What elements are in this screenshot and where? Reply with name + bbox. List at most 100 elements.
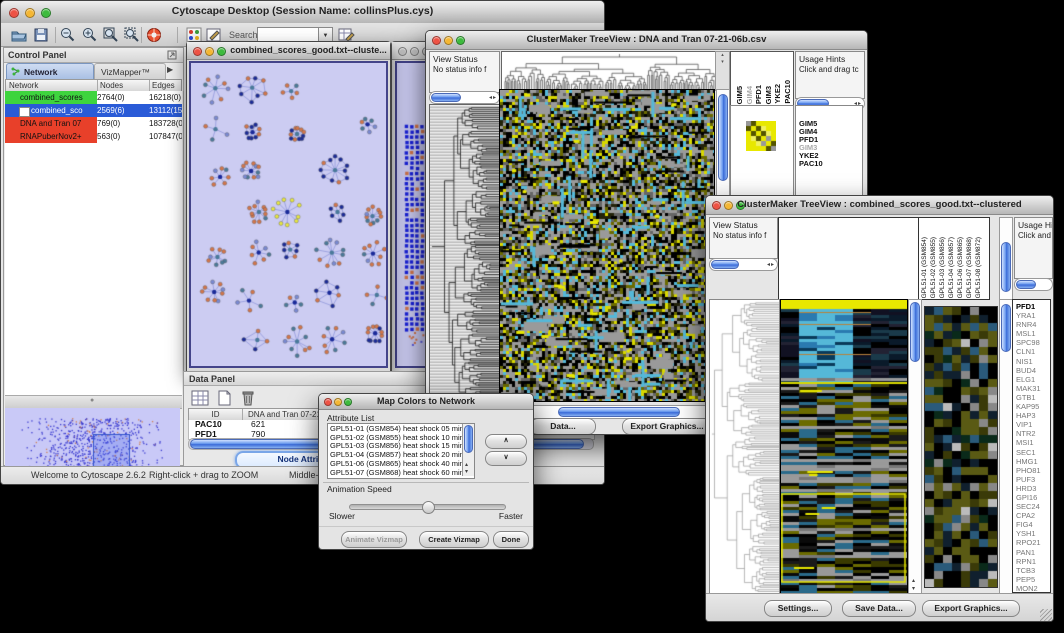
treeview2-button-1[interactable]: Save Data...	[842, 600, 916, 617]
gene-label[interactable]: VIP1	[1016, 420, 1050, 429]
scrollbar-thumb[interactable]	[558, 407, 680, 417]
help-lifering-icon[interactable]	[145, 26, 163, 44]
zoom-selected-icon[interactable]	[123, 26, 141, 44]
view-status-scrollbar[interactable]: ◂▸	[709, 258, 778, 271]
move-up-button[interactable]: ∧	[485, 434, 527, 449]
minimize-icon[interactable]	[205, 47, 214, 56]
column-dendrogram[interactable]	[501, 51, 721, 90]
gene-label[interactable]: SEC24	[1016, 502, 1050, 511]
scrollbar-thumb[interactable]	[1016, 280, 1036, 289]
open-folder-icon[interactable]	[10, 26, 28, 44]
move-down-button[interactable]: ∨	[485, 451, 527, 466]
dialog-titlebar[interactable]: Map Colors to Network	[319, 394, 533, 410]
detail-heatmap[interactable]	[746, 121, 776, 151]
zoom-heatmap[interactable]	[924, 306, 998, 588]
gene-label[interactable]: MSL1	[1016, 329, 1050, 338]
gene-label[interactable]: MSI1	[1016, 438, 1050, 447]
network-table-row[interactable]: combined_sco2569(6)13112(15)	[5, 104, 182, 117]
gene-label[interactable]: MAK31	[1016, 384, 1050, 393]
gene-label[interactable]: GTB1	[1016, 393, 1050, 402]
treeview2-button-0[interactable]: Settings...	[764, 600, 832, 617]
gene-label[interactable]: BUD4	[1016, 366, 1050, 375]
gene-label[interactable]: FIG4	[1016, 520, 1050, 529]
gene-label[interactable]: NTR2	[1016, 429, 1050, 438]
tab-network[interactable]: Network	[6, 63, 94, 80]
gene-label[interactable]: HAP3	[1016, 411, 1050, 420]
gene-label[interactable]: PHO81	[1016, 466, 1050, 475]
scrollbar-thumb[interactable]	[1001, 304, 1011, 352]
animation-speed-slider[interactable]	[349, 504, 506, 510]
trash-icon[interactable]	[238, 389, 258, 407]
gene-label[interactable]: PFD1	[1016, 302, 1050, 311]
gene-label[interactable]: GPI16	[1016, 493, 1050, 502]
scrollbar-thumb[interactable]	[910, 302, 920, 362]
col-network[interactable]: Network	[6, 80, 98, 91]
save-icon[interactable]	[32, 26, 50, 44]
scroll-arrows-icon[interactable]: ◂▸	[489, 94, 497, 101]
tab-overflow-icon[interactable]: ▶	[167, 65, 173, 74]
table-icon[interactable]	[190, 389, 210, 407]
main-titlebar[interactable]: Cytoscape Desktop (Session Name: collins…	[1, 1, 604, 24]
col-edges[interactable]: Edges	[149, 80, 184, 91]
minimize-icon[interactable]	[410, 47, 419, 56]
gene-label[interactable]: TCB3	[1016, 566, 1050, 575]
gene-label[interactable]: PEP5	[1016, 575, 1050, 584]
tab-vizmapper[interactable]: VizMapper™	[94, 63, 166, 80]
page-icon[interactable]	[214, 389, 234, 407]
resize-grip[interactable]	[1040, 609, 1052, 621]
treeview2-button-2[interactable]: Export Graphics...	[922, 600, 1020, 617]
column-vscrollbar[interactable]	[999, 217, 1013, 301]
view-status-scrollbar[interactable]: ◂▸	[429, 91, 500, 104]
attribute-list-scrollbar[interactable]: ▴ ▾	[462, 424, 474, 476]
gene-label[interactable]: PAC10	[796, 160, 862, 168]
navigator-splitter[interactable]: ●	[5, 395, 182, 409]
gene-label[interactable]: YSH1	[1016, 529, 1050, 538]
attribute-item[interactable]: GPL51-07 (GSM868) heat shock 60 min	[330, 469, 460, 478]
close-icon[interactable]	[193, 47, 202, 56]
treeview1-titlebar[interactable]: ClusterMaker TreeView : DNA and Tran 07-…	[426, 31, 867, 50]
treeview2-titlebar[interactable]: ClusterMaker TreeView : combined_scores_…	[706, 196, 1053, 215]
gene-label[interactable]: PUF3	[1016, 475, 1050, 484]
heatmap-view[interactable]	[499, 89, 715, 402]
network-table-row[interactable]: DNA and Tran 07769(0)183728(0)	[5, 117, 182, 130]
zoom-in-icon[interactable]	[81, 26, 99, 44]
treeview1-button-0[interactable]: Data...	[530, 418, 596, 435]
scrollbar-thumb[interactable]	[464, 425, 473, 453]
zoom-fit-icon[interactable]	[102, 26, 120, 44]
gene-label[interactable]: CLN1	[1016, 347, 1050, 356]
zoom-window-icon[interactable]	[217, 47, 226, 56]
scroll-arrows-icon[interactable]: ◂▸	[767, 261, 775, 268]
gene-label[interactable]: PAN1	[1016, 548, 1050, 557]
gene-label[interactable]: RPN1	[1016, 557, 1050, 566]
gene-label[interactable]: RPO21	[1016, 538, 1050, 547]
gene-label[interactable]: YRA1	[1016, 311, 1050, 320]
network-window-1-titlebar[interactable]: combined_scores_good.txt--cluste...	[187, 42, 390, 60]
gene-label[interactable]: SPC98	[1016, 338, 1050, 347]
gene-label[interactable]: CPA2	[1016, 511, 1050, 520]
gene-dendrogram[interactable]	[429, 104, 500, 402]
zoom-out-icon[interactable]	[59, 26, 77, 44]
col-nodes[interactable]: Nodes	[97, 80, 150, 91]
scroll-down-icon[interactable]: ▾	[465, 468, 469, 475]
scrollbar-thumb[interactable]	[718, 94, 728, 181]
usage-hints-scrollbar[interactable]	[1014, 278, 1053, 291]
gene-label[interactable]: ELG1	[1016, 375, 1050, 384]
network-table-row[interactable]: RNAPuberNov2+563(0)107847(0)	[5, 130, 182, 143]
heatmap-view[interactable]	[780, 299, 908, 595]
network-window-1[interactable]: combined_scores_good.txt--cluste...	[186, 41, 391, 373]
gene-label[interactable]: MON2	[1016, 584, 1050, 593]
gene-list-panel[interactable]: PFD1YRA1RNR4MSL1SPC98CLN1NIS1BUD4ELG1MAK…	[1012, 299, 1051, 593]
gene-label[interactable]: NIS1	[1016, 357, 1050, 366]
done-button[interactable]: Done	[493, 531, 529, 548]
gene-label[interactable]: HRD3	[1016, 484, 1050, 493]
create-vizmap-button[interactable]: Create Vizmap	[419, 531, 489, 548]
network-canvas-1[interactable]	[189, 61, 388, 368]
close-icon[interactable]	[398, 47, 407, 56]
scrollbar-thumb[interactable]	[431, 93, 461, 102]
attribute-list[interactable]: GPL51-01 (GSM854) heat shock 05 minGPL51…	[327, 423, 475, 479]
column-dendrogram-panel[interactable]	[778, 217, 919, 300]
scroll-up-icon[interactable]: ▴	[465, 461, 469, 468]
zoom-vscrollbar[interactable]	[999, 299, 1013, 595]
float-panel-icon[interactable]	[167, 50, 177, 60]
scrollbar-thumb[interactable]	[1001, 242, 1011, 292]
